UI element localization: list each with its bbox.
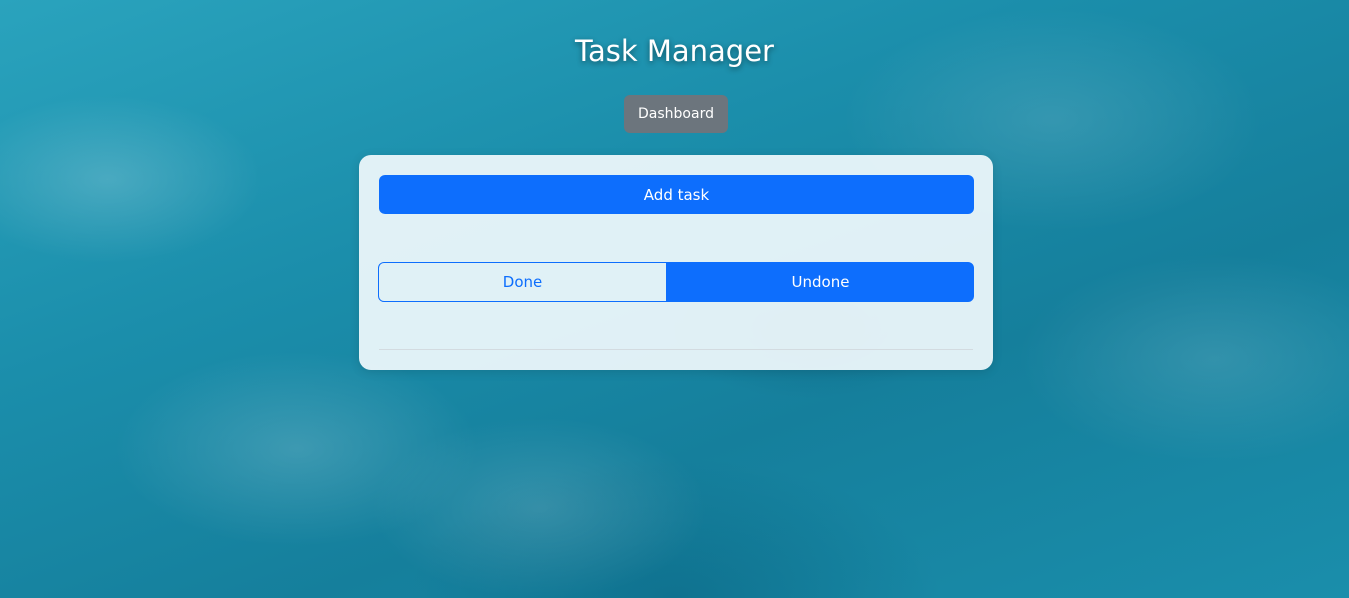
filter-done-button[interactable]: Done <box>378 262 667 302</box>
task-filter-toggle: Done Undone <box>378 262 974 302</box>
filter-undone-button[interactable]: Undone <box>667 262 974 302</box>
dashboard-button[interactable]: Dashboard <box>624 95 728 133</box>
task-card: Add task Done Undone <box>359 155 993 370</box>
add-task-button[interactable]: Add task <box>379 175 974 214</box>
task-list-divider <box>379 349 973 350</box>
page-title: Task Manager <box>575 34 774 68</box>
